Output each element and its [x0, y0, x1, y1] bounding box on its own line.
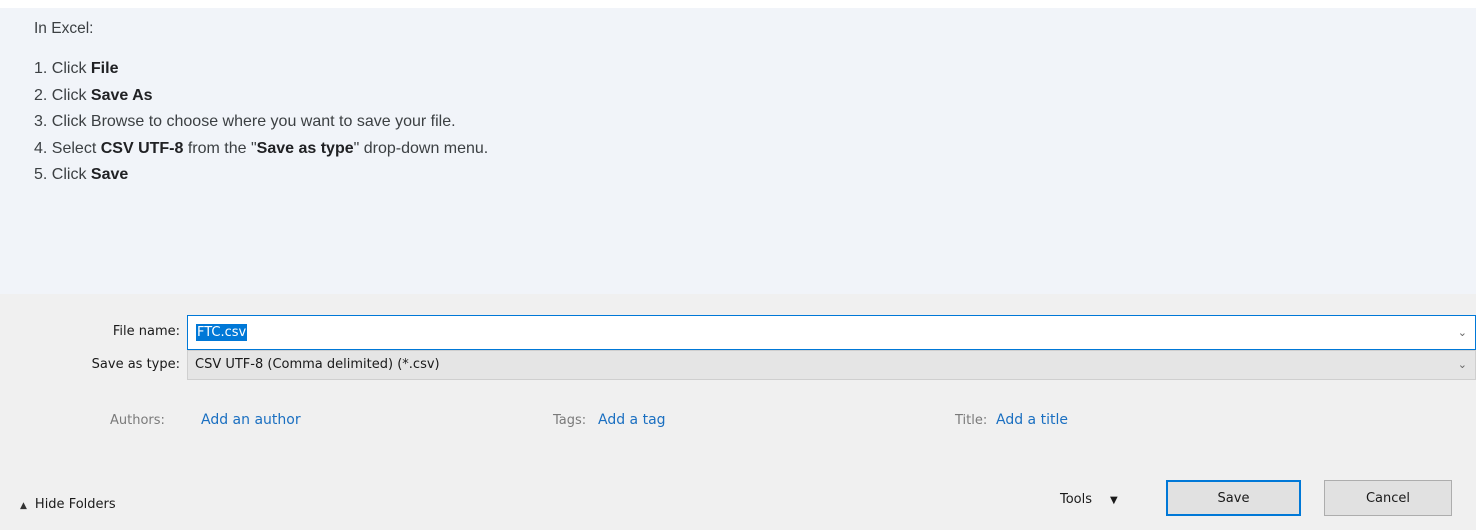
save-as-type-label: Save as type:	[91, 357, 180, 372]
list-item: 2. Click Save As	[34, 87, 488, 114]
save-as-dialog: File name: FTC.csv ⌄ Save as type: CSV U…	[0, 294, 1476, 530]
save-as-type-value[interactable]: CSV UTF-8 (Comma delimited) (*.csv)	[195, 357, 440, 372]
tags-label: Tags:	[553, 413, 587, 428]
step-text: Click Browse to choose where you want to…	[51, 113, 456, 130]
add-tag-link[interactable]: Add a tag	[598, 412, 666, 428]
file-name-field[interactable]: FTC.csv ⌄	[187, 315, 1476, 350]
step-number: 1.	[34, 60, 48, 77]
step-bold: Save As	[90, 86, 153, 104]
save-as-type-select[interactable]: CSV UTF-8 (Comma delimited) (*.csv) ⌄	[187, 350, 1476, 380]
list-item: 1. Click File	[34, 60, 488, 87]
step-text: Click	[51, 60, 91, 77]
cancel-button[interactable]: Cancel	[1324, 480, 1452, 516]
hide-folders-label: Hide Folders	[34, 497, 116, 512]
file-name-value[interactable]: FTC.csv	[196, 324, 248, 341]
authors-label: Authors:	[110, 413, 165, 428]
file-name-label: File name:	[112, 324, 180, 339]
add-title-link[interactable]: Add a title	[996, 412, 1068, 428]
step-number: 5.	[34, 166, 48, 183]
intro-text: In Excel:	[34, 20, 94, 37]
step-number: 2.	[34, 86, 48, 104]
step-text: Click	[51, 166, 91, 183]
hide-folders-button[interactable]: ▲ Hide Folders	[20, 497, 116, 512]
step-text: " drop-down menu.	[353, 139, 489, 157]
step-bold: Save	[90, 166, 129, 183]
step-text: from the "	[183, 139, 257, 157]
step-bold: File	[90, 60, 119, 77]
title-label: Title:	[955, 413, 988, 428]
tools-button[interactable]: Tools ▼	[1060, 492, 1118, 507]
chevron-down-icon[interactable]: ⌄	[1458, 326, 1467, 339]
chevron-down-icon[interactable]: ⌄	[1458, 358, 1467, 371]
list-item: 3. Click Browse to choose where you want…	[34, 113, 488, 140]
steps-list: 1. Click File 2. Click Save As 3. Click …	[34, 60, 488, 193]
instructions-panel: In Excel: 1. Click File 2. Click Save As…	[0, 8, 1476, 294]
add-author-link[interactable]: Add an author	[201, 412, 301, 428]
triangle-down-icon: ▼	[1110, 495, 1118, 506]
list-item: 4. Select CSV UTF-8 from the "Save as ty…	[34, 140, 488, 167]
step-number: 3.	[34, 113, 48, 130]
step-bold: Save as type	[256, 139, 354, 157]
save-button[interactable]: Save	[1166, 480, 1301, 516]
step-text: Select	[51, 139, 101, 157]
tools-label: Tools	[1060, 492, 1093, 507]
caret-up-icon: ▲	[20, 501, 27, 511]
step-number: 4.	[34, 139, 48, 157]
step-bold: CSV UTF-8	[100, 139, 184, 157]
step-text: Click	[51, 86, 91, 104]
list-item: 5. Click Save	[34, 166, 488, 193]
